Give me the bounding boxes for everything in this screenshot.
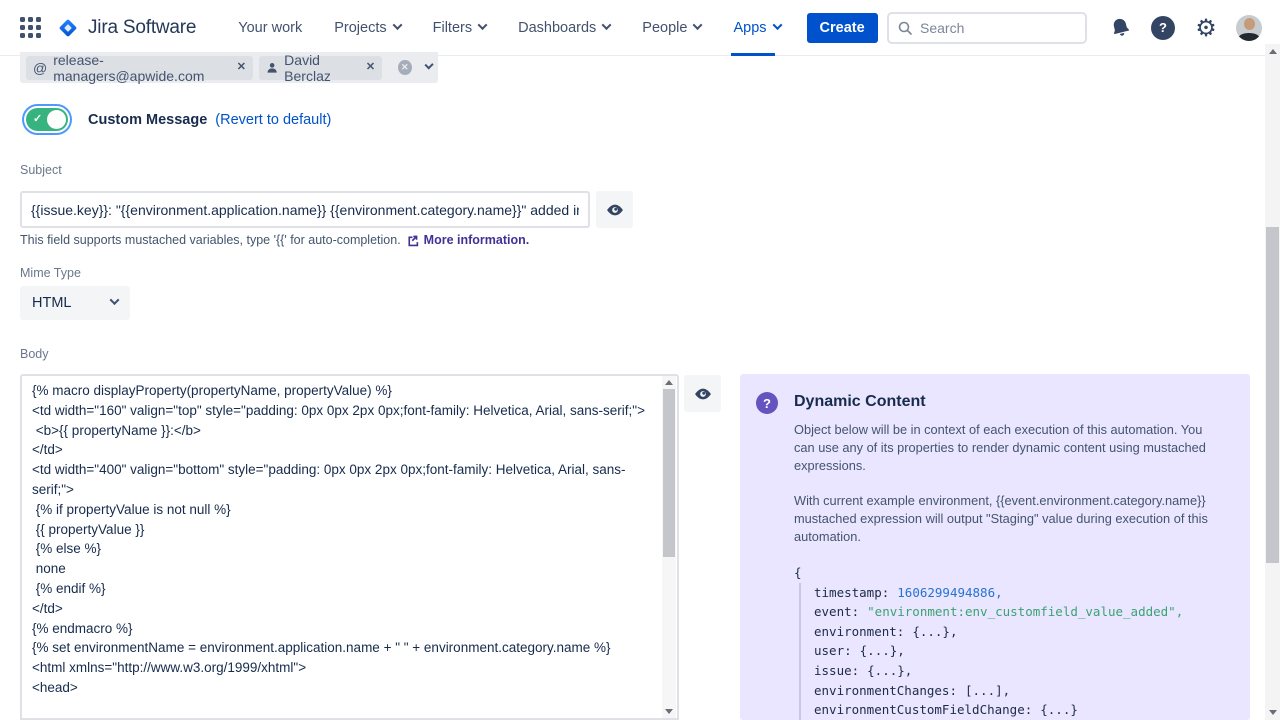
user-avatar[interactable] (1236, 15, 1262, 41)
nav-item-dashboards[interactable]: Dashboards (502, 0, 626, 56)
eye-icon (605, 200, 625, 220)
chevron-down-icon (602, 20, 612, 30)
settings-button[interactable]: ⚙ (1193, 15, 1219, 41)
body-preview-button[interactable] (684, 375, 721, 412)
jira-logo[interactable]: Jira Software (57, 17, 196, 39)
scroll-thumb[interactable] (663, 389, 675, 557)
panel-paragraph: With current example environment, {{even… (794, 492, 1226, 546)
app-switcher-icon[interactable] (20, 17, 41, 38)
panel-paragraph: Object below will be in context of each … (794, 421, 1226, 475)
recipient-chip-user[interactable]: David Berclaz ✕ (259, 56, 382, 80)
help-badge-icon: ? (756, 392, 778, 414)
mime-type-value: HTML (32, 295, 71, 311)
scroll-up-icon[interactable] (1269, 49, 1277, 54)
clear-all-icon[interactable]: ✕ (398, 60, 411, 75)
code-line: environmentChanges:[...], (814, 681, 1183, 701)
nav-item-your-work[interactable]: Your work (222, 0, 318, 56)
custom-message-label: Custom Message (88, 112, 207, 128)
dynamic-content-panel: ? Dynamic Content Object below will be i… (740, 374, 1250, 720)
helper-text: This field supports mustached variables,… (20, 233, 401, 247)
remove-recipient-icon[interactable]: ✕ (237, 62, 246, 73)
recipients-dropdown-chevron-icon[interactable] (424, 60, 434, 70)
jira-diamond-icon (57, 17, 79, 39)
custom-message-toggle[interactable]: ✓ (26, 108, 68, 131)
top-nav: Jira Software Your work Projects Filters… (0, 0, 1280, 56)
subject-preview-button[interactable] (596, 191, 633, 228)
help-button[interactable]: ? (1150, 15, 1176, 41)
chevron-down-icon (110, 295, 120, 305)
custom-message-row: ✓ Custom Message (Revert to default) (26, 108, 331, 131)
mime-type-label: Mime Type (20, 266, 81, 280)
chevron-down-icon (392, 20, 402, 30)
check-icon: ✓ (33, 112, 42, 125)
remove-recipient-icon[interactable]: ✕ (366, 62, 375, 73)
notifications-button[interactable] (1107, 15, 1133, 41)
bell-icon (1107, 15, 1132, 40)
scroll-up-icon[interactable] (665, 380, 673, 385)
recipient-label: release-managers@apwide.com (53, 52, 230, 84)
body-scrollbar[interactable] (662, 376, 676, 718)
header-icons: ? ⚙ (1107, 15, 1262, 41)
code-line: issue:{...}, (814, 661, 1183, 681)
more-information-link[interactable]: More information. (424, 233, 530, 247)
body-label: Body (20, 347, 49, 361)
gear-icon: ⚙ (1195, 16, 1217, 40)
search-icon (897, 20, 913, 36)
body-textarea[interactable]: {% macro displayProperty(propertyName, p… (20, 374, 679, 720)
context-json-code: { timestamp:1606299494886, event:"enviro… (794, 563, 1183, 720)
code-line: event:"environment:env_customfield_value… (814, 602, 1183, 622)
logo-text: Jira Software (88, 17, 196, 39)
search-box[interactable] (887, 12, 1087, 44)
scroll-down-icon[interactable] (1269, 710, 1277, 715)
revert-to-default-link[interactable]: (Revert to default) (215, 112, 331, 128)
subject-helper: This field supports mustached variables,… (20, 233, 529, 247)
code-open-brace: { (794, 563, 1183, 583)
nav-item-projects[interactable]: Projects (318, 0, 416, 56)
code-line: user:{...}, (814, 641, 1183, 661)
create-button[interactable]: Create (807, 13, 878, 43)
code-line: environmentCustomFieldChange:{...} (814, 700, 1183, 720)
mime-type-select[interactable]: HTML (20, 286, 130, 320)
nav-item-apps[interactable]: Apps (717, 0, 796, 56)
code-line: environment:{...}, (814, 622, 1183, 642)
scroll-down-icon[interactable] (665, 709, 673, 714)
nav-item-filters[interactable]: Filters (417, 0, 502, 56)
toggle-knob (47, 110, 66, 129)
chevron-down-icon (693, 20, 703, 30)
chevron-down-icon (772, 20, 782, 30)
page-scrollbar[interactable] (1265, 44, 1280, 720)
person-icon (266, 61, 278, 75)
subject-input[interactable] (20, 191, 590, 228)
question-icon: ? (1151, 16, 1175, 40)
at-icon: @ (33, 60, 47, 76)
code-block: timestamp:1606299494886, event:"environm… (799, 583, 1183, 720)
nav-item-people[interactable]: People (626, 0, 717, 56)
nav-menu: Your work Projects Filters Dashboards Pe… (222, 0, 796, 56)
subject-label: Subject (20, 163, 62, 177)
recipient-chip-email[interactable]: @ release-managers@apwide.com ✕ (26, 56, 253, 80)
recipients-field[interactable]: @ release-managers@apwide.com ✕ David Be… (20, 52, 438, 83)
scroll-thumb[interactable] (1266, 227, 1279, 563)
panel-title: Dynamic Content (794, 393, 926, 411)
recipient-label: David Berclaz (284, 52, 360, 84)
code-line: timestamp:1606299494886, (814, 583, 1183, 603)
eye-icon (693, 384, 713, 404)
chevron-down-icon (478, 20, 488, 30)
search-input[interactable] (920, 20, 1060, 36)
external-link-icon (406, 234, 419, 247)
